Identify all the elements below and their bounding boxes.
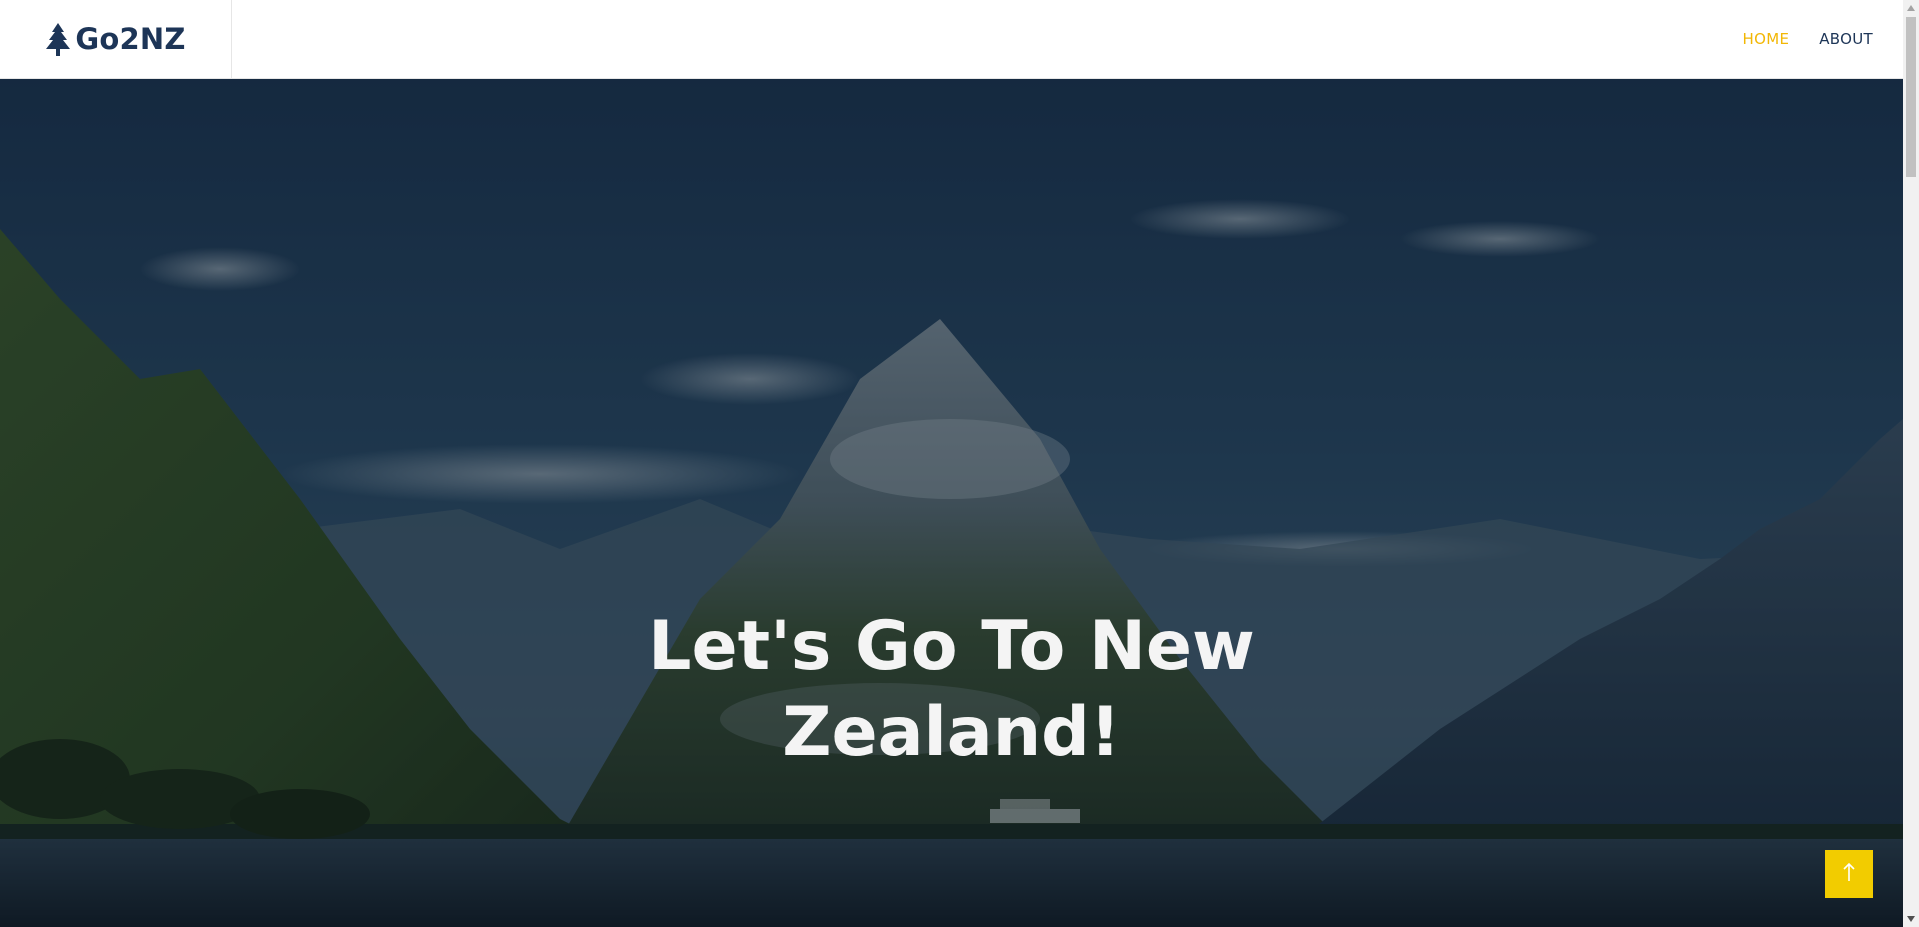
brand-logo[interactable]: Go2NZ (0, 0, 232, 78)
hero-overlay (0, 79, 1903, 927)
back-to-top-button[interactable] (1825, 850, 1873, 898)
nav-home-link[interactable]: HOME (1743, 30, 1790, 48)
tree-icon (45, 22, 71, 56)
site-header: Go2NZ HOME ABOUT (0, 0, 1903, 79)
hero-title-line1: Let's Go To New (648, 607, 1255, 686)
nav-about-link[interactable]: ABOUT (1819, 30, 1873, 48)
scroll-up-icon[interactable] (1903, 0, 1919, 16)
arrow-up-icon (1841, 862, 1857, 886)
hero-title-line2: Zealand! (782, 693, 1121, 772)
vertical-scrollbar[interactable] (1903, 0, 1919, 927)
hero-title: Let's Go To New Zealand! (0, 604, 1903, 776)
hero-section: Let's Go To New Zealand! (0, 79, 1903, 927)
scrollbar-thumb[interactable] (1906, 17, 1916, 177)
page: Go2NZ HOME ABOUT Let's Go To New Zealand… (0, 0, 1919, 927)
brand-name: Go2NZ (75, 22, 186, 56)
scroll-down-icon[interactable] (1903, 911, 1919, 927)
main-nav: HOME ABOUT (1743, 0, 1873, 78)
